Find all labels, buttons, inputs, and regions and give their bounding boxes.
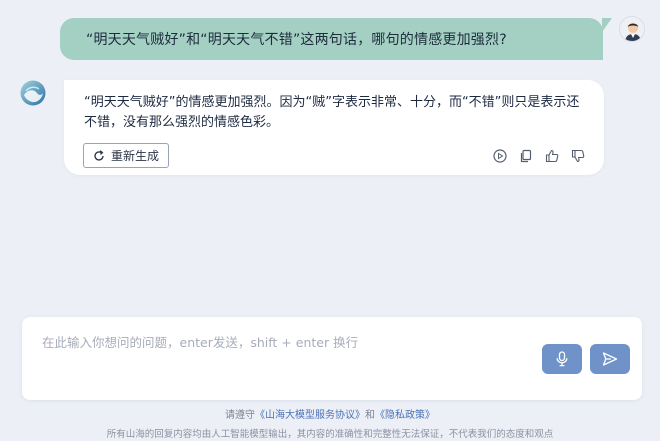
footer-terms: 请遵守《山海大模型服务协议》和《隐私政策》 [0, 409, 660, 423]
regenerate-button[interactable]: 重新生成 [83, 143, 169, 168]
thumbs-up-button[interactable] [545, 149, 559, 163]
assistant-message-bubble: “明天天气贼好”的情感更加强烈。因为“贼”字表示非常、十分，而“不错”则只是表示… [64, 80, 604, 175]
assistant-logo-icon [20, 80, 46, 106]
thumbs-down-icon [571, 149, 585, 163]
thumbs-up-icon [545, 149, 559, 163]
message-input[interactable] [42, 331, 522, 353]
microphone-icon [556, 351, 568, 367]
user-message-text: “明天天气贼好”和“明天天气不错”这两句话，哪句的情感更加强烈? [86, 32, 507, 48]
voice-input-button[interactable] [542, 344, 582, 374]
thumbs-down-button[interactable] [571, 149, 585, 163]
footer-and: 和 [365, 410, 375, 421]
refresh-icon [94, 149, 104, 161]
footer-disclaimer: 所有山海的回复内容均由人工智能模型输出，其内容的准确性和完整性无法保证，不代表我… [106, 429, 554, 440]
assistant-message-text: “明天天气贼好”的情感更加强烈。因为“贼”字表示非常、十分，而“不错”则只是表示… [84, 95, 580, 130]
user-avatar-icon [620, 17, 644, 41]
play-icon [493, 149, 507, 163]
copy-icon [520, 149, 532, 163]
footer-prefix: 请遵守 [225, 410, 255, 421]
message-composer [22, 317, 642, 400]
copy-button[interactable] [519, 149, 533, 163]
user-avatar [619, 16, 645, 42]
user-message-bubble: “明天天气贼好”和“明天天气不错”这两句话，哪句的情感更加强烈? [60, 18, 612, 60]
send-button[interactable] [590, 344, 630, 374]
chat-area: “明天天气贼好”和“明天天气不错”这两句话，哪句的情感更加强烈? “明天天气贼好… [0, 0, 660, 310]
footer: 请遵守《山海大模型服务协议》和《隐私政策》 所有山海的回复内容均由人工智能模型输… [0, 409, 660, 441]
message-actions [493, 146, 585, 166]
privacy-policy-link[interactable]: 《隐私政策》 [375, 410, 435, 421]
service-agreement-link[interactable]: 《山海大模型服务协议》 [255, 410, 365, 421]
regenerate-label: 重新生成 [110, 149, 159, 163]
assistant-avatar [20, 80, 46, 106]
send-icon [602, 352, 618, 366]
play-button[interactable] [493, 149, 507, 163]
